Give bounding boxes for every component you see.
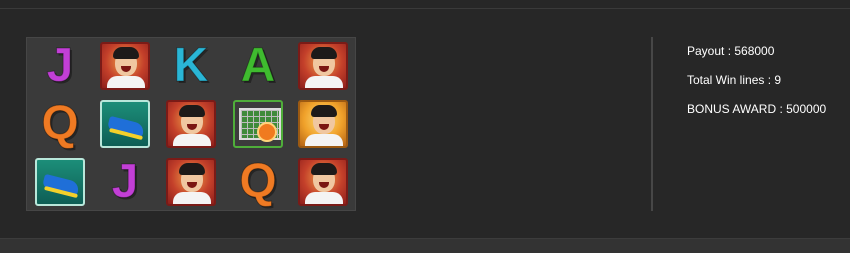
symbol-q-letter: Q	[239, 155, 277, 208]
player-icon	[100, 42, 150, 90]
symbol-a: A	[230, 40, 286, 92]
player-icon	[166, 100, 216, 148]
football-boot-icon	[35, 158, 85, 206]
player-icon	[298, 158, 348, 206]
symbol-j: J	[97, 156, 153, 208]
symbol-player	[163, 156, 219, 208]
slot-reel-grid: J K A Q J Q	[26, 37, 356, 211]
symbol-boot	[97, 98, 153, 150]
symbol-j: J	[32, 40, 88, 92]
player-icon	[166, 158, 216, 206]
bonus-award-text: BONUS AWARD : 500000	[687, 102, 827, 116]
total-win-lines-text: Total Win lines : 9	[687, 73, 782, 87]
symbol-player	[295, 156, 351, 208]
player-gold-icon	[298, 100, 348, 148]
vertical-divider	[651, 37, 653, 211]
symbol-player	[295, 40, 351, 92]
symbol-a-letter: A	[240, 39, 276, 92]
symbol-k-letter: K	[173, 39, 209, 92]
symbol-q: Q	[32, 98, 88, 150]
symbol-k: K	[163, 40, 219, 92]
symbol-boot	[32, 156, 88, 208]
symbol-player	[97, 40, 153, 92]
top-divider	[0, 8, 850, 9]
symbol-j-letter: J	[46, 39, 74, 92]
payout-text: Payout : 568000	[687, 44, 775, 58]
player-icon	[298, 42, 348, 90]
symbol-player	[163, 98, 219, 150]
football-boot-icon	[100, 100, 150, 148]
goal-net-icon	[233, 100, 283, 148]
symbol-goal	[230, 98, 286, 150]
symbol-j-letter: J	[111, 155, 139, 208]
symbol-q-letter: Q	[41, 97, 79, 150]
symbol-q: Q	[230, 156, 286, 208]
symbol-player-gold	[295, 98, 351, 150]
bottom-bar	[0, 238, 850, 253]
